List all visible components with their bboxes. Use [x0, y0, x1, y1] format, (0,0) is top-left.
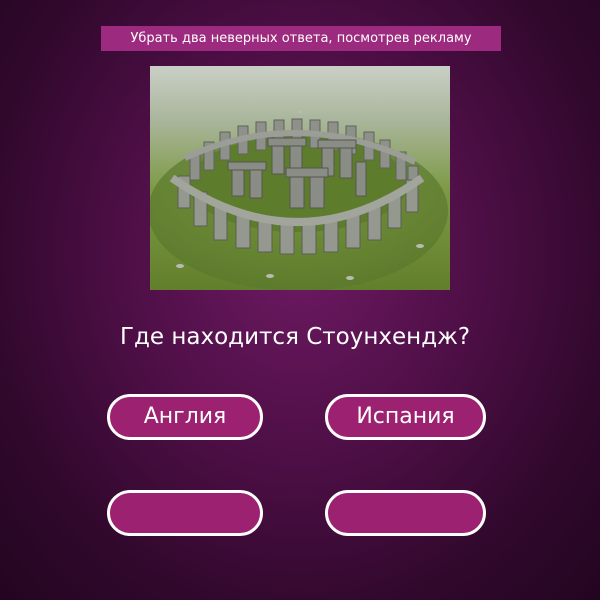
answer-button-4[interactable]: [325, 490, 486, 536]
answer-button-3[interactable]: [107, 490, 263, 536]
answer-button-2[interactable]: Испания: [325, 394, 486, 440]
remove-two-wrong-answers-ad-button[interactable]: Убрать два неверных ответа, посмотрев ре…: [101, 26, 501, 51]
question-text: Где находится Стоунхендж?: [119, 324, 471, 350]
answer-button-1[interactable]: Англия: [107, 394, 263, 440]
stonehenge-photo: [150, 66, 450, 290]
